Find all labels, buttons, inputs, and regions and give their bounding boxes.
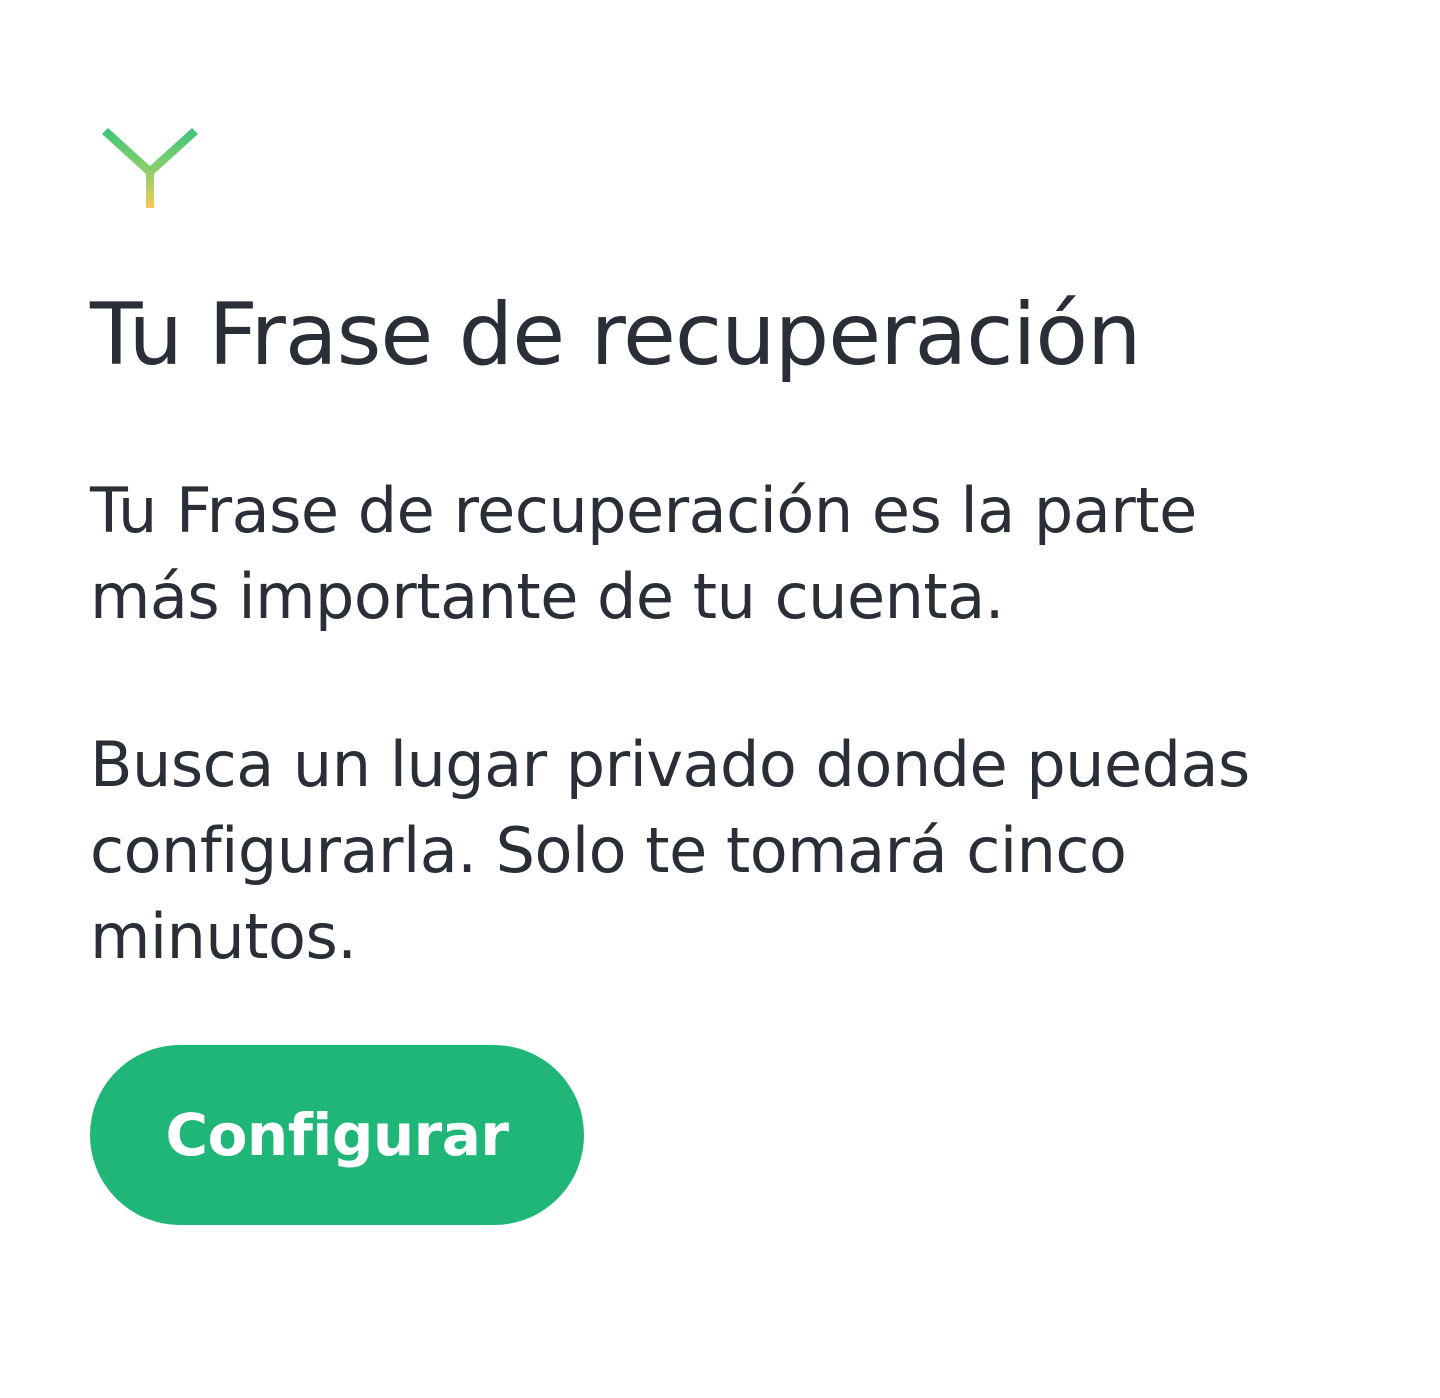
instruction-paragraph: Busca un lugar privado donde puedas conf… (90, 728, 1250, 973)
intro-paragraph: Tu Frase de recuperación es la parte más… (90, 474, 1197, 633)
v-logo-icon (96, 124, 204, 212)
configure-button[interactable]: Configurar (90, 1045, 584, 1225)
page-title: Tu Frase de recuperación (90, 285, 1141, 385)
recovery-phrase-card: Tu Frase de recuperación Tu Frase de rec… (0, 0, 1440, 1398)
